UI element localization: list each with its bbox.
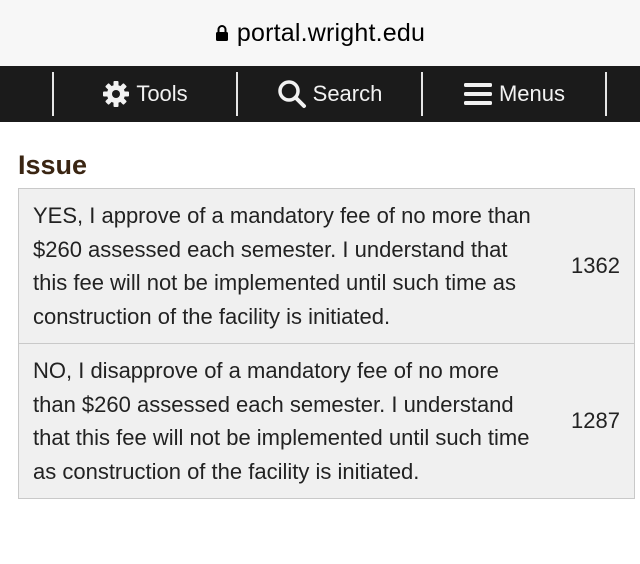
top-nav-bar: Tools Search Menus [0, 66, 640, 122]
option-text: YES, I approve of a mandatory fee of no … [33, 203, 531, 329]
results-table: YES, I approve of a mandatory fee of no … [18, 188, 635, 499]
page-title: Issue [18, 150, 88, 180]
option-text: NO, I disapprove of a mandatory fee of n… [33, 358, 530, 484]
vote-count: 1362 [571, 253, 620, 278]
hamburger-menu-icon [463, 83, 492, 105]
nav-divider [605, 72, 607, 116]
gear-icon [103, 81, 130, 107]
menus-button[interactable]: Menus [423, 66, 605, 122]
vote-count: 1287 [571, 408, 620, 433]
menus-label: Menus [498, 81, 566, 106]
search-icon [277, 80, 306, 108]
url-text: portal.wright.edu [236, 18, 426, 47]
table-row: YES, I approve of a mandatory fee of no … [19, 189, 634, 344]
lock-icon [215, 25, 228, 41]
search-button[interactable]: Search [238, 66, 421, 122]
tools-label: Tools [136, 81, 188, 106]
table-row: NO, I disapprove of a mandatory fee of n… [19, 344, 634, 498]
address-bar[interactable]: portal.wright.edu [0, 0, 640, 66]
tools-button[interactable]: Tools [54, 66, 236, 122]
search-label: Search [312, 81, 383, 106]
